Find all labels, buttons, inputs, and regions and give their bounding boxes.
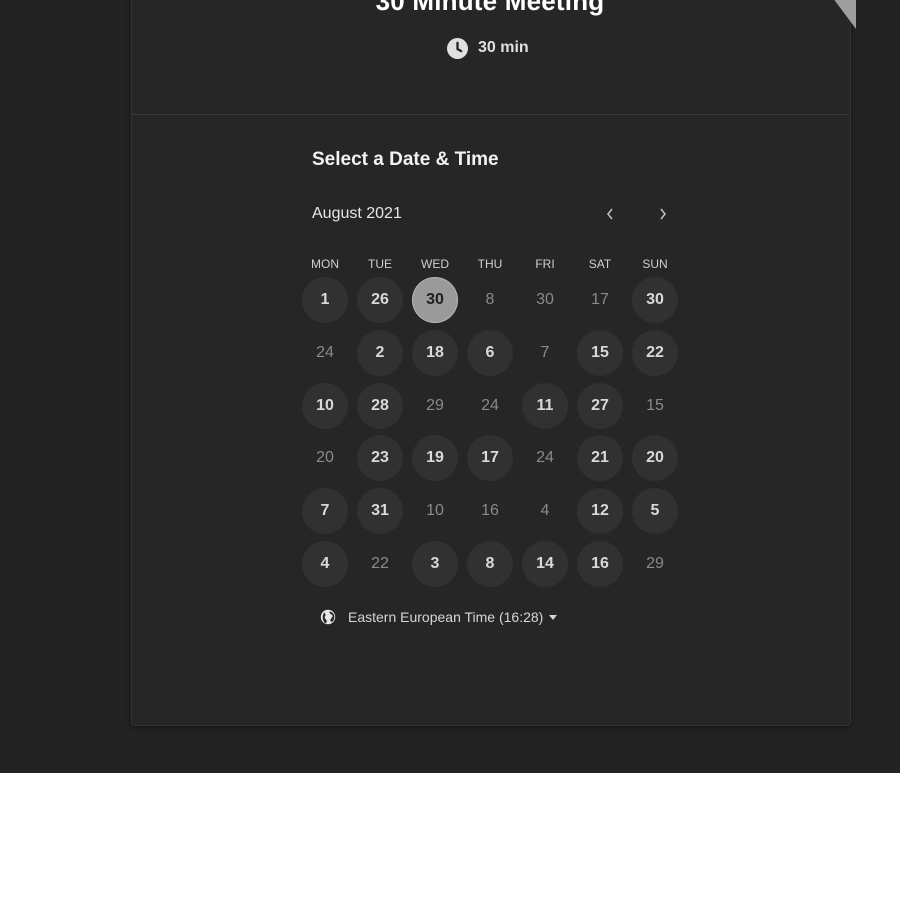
available-day[interactable]: 27 <box>577 383 623 429</box>
timezone-label: Eastern European Time (16:28) <box>348 609 544 625</box>
available-day[interactable]: 15 <box>577 330 623 376</box>
available-day[interactable]: 17 <box>467 435 513 481</box>
unavailable-day: 30 <box>536 291 554 308</box>
unavailable-day: 29 <box>426 397 444 414</box>
weekday-wed: WED <box>421 257 449 271</box>
unavailable-day: 29 <box>646 555 664 572</box>
selected-day[interactable]: 30 <box>412 277 458 323</box>
clock-icon <box>447 37 468 59</box>
available-day[interactable]: 12 <box>577 488 623 534</box>
event-duration: 30 min <box>447 36 529 60</box>
chevron-left-icon <box>606 208 613 220</box>
available-day[interactable]: 11 <box>522 383 568 429</box>
caret-down-icon <box>549 614 558 620</box>
unavailable-day: 15 <box>646 397 664 414</box>
event-title: 30 Minute Meeting <box>375 0 605 16</box>
month-label: August 2021 <box>312 205 402 222</box>
unavailable-day: 7 <box>540 344 550 361</box>
unavailable-day: 24 <box>536 449 554 466</box>
weekday-sat: SAT <box>588 257 612 271</box>
globe-icon <box>320 609 336 625</box>
available-day[interactable]: 22 <box>632 330 678 376</box>
unavailable-day: 24 <box>316 344 334 361</box>
unavailable-day: 17 <box>591 291 609 308</box>
available-day[interactable]: 14 <box>522 541 568 587</box>
available-day[interactable]: 20 <box>632 435 678 481</box>
timezone-selector[interactable]: Eastern European Time (16:28) <box>320 609 558 625</box>
weekday-thu: THU <box>477 257 503 271</box>
section-title: Select a Date & Time <box>312 149 499 170</box>
duration-label: 30 min <box>478 39 529 56</box>
available-day[interactable]: 19 <box>412 435 458 481</box>
available-day[interactable]: 4 <box>302 541 348 587</box>
available-day[interactable]: 18 <box>412 330 458 376</box>
available-day[interactable]: 3 <box>412 541 458 587</box>
available-day[interactable]: 28 <box>357 383 403 429</box>
header-divider <box>131 114 849 115</box>
available-day[interactable]: 21 <box>577 435 623 481</box>
unavailable-day: 10 <box>426 502 444 519</box>
available-day[interactable]: 6 <box>467 330 513 376</box>
weekday-mon: MON <box>311 257 339 271</box>
available-day[interactable]: 1 <box>302 277 348 323</box>
weekday-fri: FRI <box>535 257 555 271</box>
chevron-right-icon <box>660 208 667 220</box>
available-day[interactable]: 26 <box>357 277 403 323</box>
available-day[interactable]: 8 <box>467 541 513 587</box>
weekday-sun: SUN <box>642 257 668 271</box>
available-day[interactable]: 23 <box>357 435 403 481</box>
available-day[interactable]: 31 <box>357 488 403 534</box>
available-day[interactable]: 7 <box>302 488 348 534</box>
available-day[interactable]: 5 <box>632 488 678 534</box>
unavailable-day: 4 <box>540 502 550 519</box>
available-day[interactable]: 10 <box>302 383 348 429</box>
available-day[interactable]: 30 <box>632 277 678 323</box>
previous-month-button[interactable] <box>600 204 620 224</box>
available-day[interactable]: 16 <box>577 541 623 587</box>
unavailable-day: 20 <box>316 449 334 466</box>
available-day[interactable]: 2 <box>357 330 403 376</box>
unavailable-day: 16 <box>481 502 499 519</box>
weekday-tue: TUE <box>368 257 392 271</box>
next-month-button[interactable] <box>653 204 673 224</box>
unavailable-day: 8 <box>485 291 495 308</box>
unavailable-day: 24 <box>481 397 499 414</box>
unavailable-day: 22 <box>371 555 389 572</box>
